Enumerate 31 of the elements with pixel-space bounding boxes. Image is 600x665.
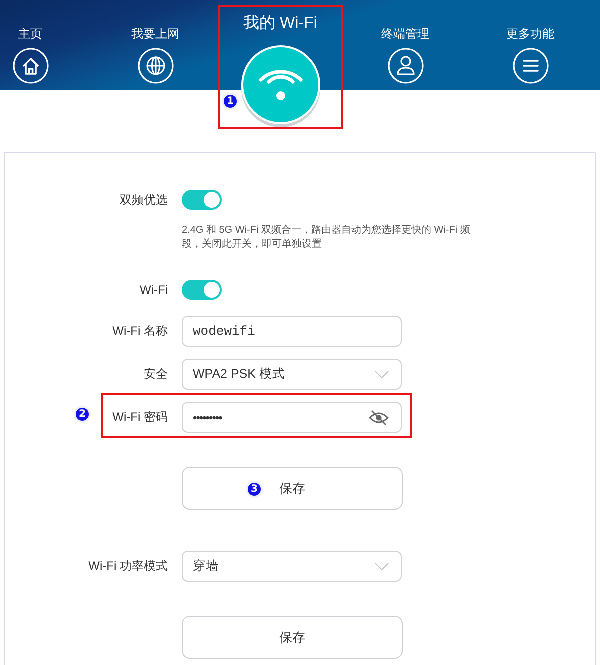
text-field[interactable]: wodewifi <box>182 316 402 347</box>
nav-tab[interactable]: 终端管理 <box>382 0 430 84</box>
field-label: 双频优选 <box>120 192 168 208</box>
home-icon <box>12 48 48 84</box>
step-badge: 1 <box>222 93 239 110</box>
menu-icon <box>512 48 548 84</box>
password-field[interactable]: ••••••••• <box>182 402 402 433</box>
step-badge: 3 <box>246 481 263 498</box>
dropdown-field[interactable]: WPA2 PSK 模式 <box>182 359 402 390</box>
field-label: Wi-Fi 功率模式 <box>88 558 168 575</box>
field-label: Wi-Fi <box>140 283 168 297</box>
globe-icon <box>138 48 174 84</box>
dropdown-field[interactable]: 穿墙 <box>182 551 402 582</box>
save-button[interactable]: 3 保存 <box>182 467 403 510</box>
chevron-down-icon <box>375 370 389 378</box>
toggle-switch[interactable] <box>182 190 222 210</box>
save-button[interactable]: 保存 <box>182 616 403 659</box>
field-label: 安全 <box>144 366 168 383</box>
user-icon <box>388 48 424 84</box>
chevron-down-icon <box>375 562 389 570</box>
nav-tab[interactable]: 我的 Wi-Fi <box>240 0 320 128</box>
toggle-switch[interactable] <box>182 280 222 300</box>
nav-tab[interactable]: 更多功能 <box>506 0 554 84</box>
nav-tab[interactable]: 主页 <box>12 0 48 84</box>
step-badge: 2 <box>74 406 91 423</box>
field-label: Wi-Fi 名称 <box>112 323 168 340</box>
nav-tab[interactable]: 我要上网 <box>132 0 180 84</box>
wifi-circle-icon <box>240 44 320 128</box>
help-text: 2.4G 和 5G Wi-Fi 双频合一，路由器自动为您选择更快的 Wi-Fi 频段，关闭此开关，即可单独设置 <box>182 224 472 252</box>
field-label: Wi-Fi 密码 <box>112 409 168 426</box>
eye-slash-icon[interactable] <box>369 410 389 426</box>
